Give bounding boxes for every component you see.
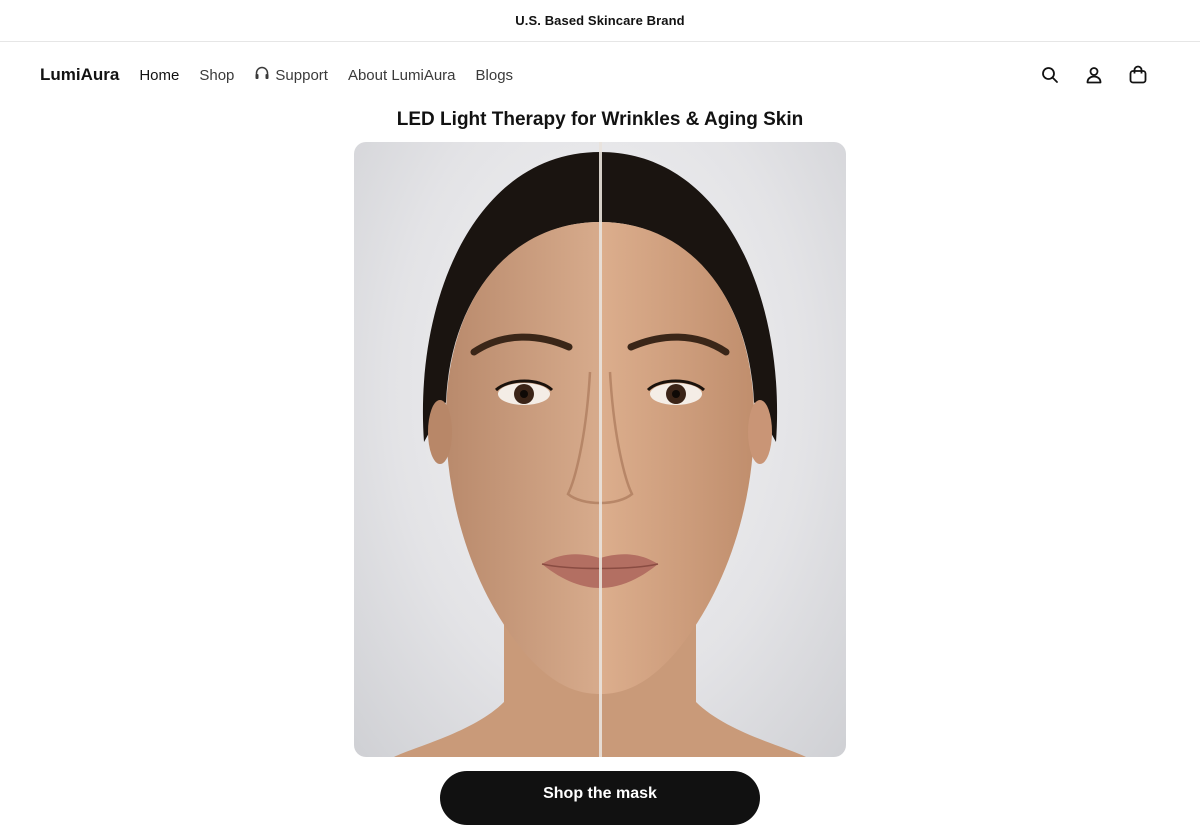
before-after-face-image (354, 142, 846, 757)
hero-title: LED Light Therapy for Wrinkles & Aging S… (396, 109, 804, 130)
cart-icon[interactable] (1128, 65, 1148, 85)
main-nav: Home Shop Support About LumiAura Blogs (139, 65, 513, 85)
headphones-icon (254, 65, 270, 85)
nav-support[interactable]: Support (254, 65, 328, 85)
nav-about[interactable]: About LumiAura (348, 67, 456, 84)
nav-blogs[interactable]: Blogs (476, 67, 514, 84)
account-icon[interactable] (1084, 65, 1104, 85)
announcement-text: U.S. Based Skincare Brand (515, 13, 685, 28)
search-icon[interactable] (1040, 65, 1060, 85)
shop-the-mask-button[interactable]: Shop the mask (440, 771, 760, 825)
nav-shop[interactable]: Shop (199, 67, 234, 84)
shop-the-mask-label: Shop the mask (543, 785, 657, 802)
nav-support-label: Support (275, 66, 328, 84)
nav-home-label: Home (139, 66, 180, 84)
nav-shop-label: Shop (199, 66, 235, 84)
nav-about-label: About LumiAura (347, 66, 456, 84)
site-header: LumiAura Home Shop Support About LumiAur… (0, 42, 1200, 108)
logo[interactable]: LumiAura (40, 65, 119, 85)
announcement-bar: U.S. Based Skincare Brand (0, 0, 1200, 42)
header-icons (1040, 65, 1160, 85)
nav-home[interactable]: Home (139, 67, 179, 84)
nav-blogs-label: Blogs (475, 66, 514, 84)
